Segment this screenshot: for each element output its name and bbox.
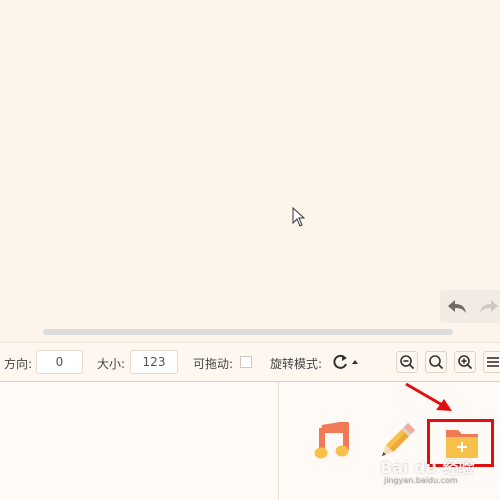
redo-icon: [480, 300, 498, 313]
properties-toolbar: 方向: 大小: 可拖动: 旋转模式:: [0, 342, 500, 382]
watermark-sub: jingyan.baidu.com: [384, 476, 458, 485]
zoom-reset-icon: [429, 355, 444, 370]
mouse-cursor-icon: [292, 207, 306, 227]
size-input[interactable]: [130, 350, 178, 374]
resource-panel: Bai du 经验 jingyan.baidu.com: [0, 382, 500, 500]
undo-icon: [448, 300, 466, 313]
rotate-mode-select[interactable]: [330, 352, 362, 372]
layer-list-area: [0, 382, 278, 500]
watermark: Bai du 经验 jingyan.baidu.com: [380, 454, 500, 500]
rotate-icon: [333, 354, 358, 369]
direction-input[interactable]: [36, 350, 83, 374]
draggable-label: 可拖动:: [193, 357, 234, 371]
draggable-checkbox[interactable]: [240, 356, 252, 368]
drawing-canvas[interactable]: [0, 0, 500, 342]
rotate-mode-label: 旋转模式:: [270, 357, 323, 371]
zoom-in-icon: [458, 355, 473, 370]
undo-redo-panel: [440, 290, 500, 323]
redo-button[interactable]: [478, 296, 500, 318]
panel-divider: [278, 382, 279, 500]
direction-label: 方向:: [4, 357, 33, 371]
undo-button[interactable]: [446, 296, 468, 318]
zoom-out-button[interactable]: [396, 351, 418, 373]
zoom-out-icon: [400, 355, 415, 370]
horizontal-scrollbar[interactable]: [43, 329, 453, 335]
menu-icon: [487, 357, 499, 367]
music-icon[interactable]: [312, 422, 352, 462]
watermark-main: Bai du 经验: [380, 458, 475, 477]
zoom-in-button[interactable]: [454, 351, 476, 373]
annotation-arrow-icon: [405, 382, 452, 411]
size-label: 大小:: [97, 357, 126, 371]
zoom-reset-button[interactable]: [425, 351, 447, 373]
menu-button[interactable]: [483, 351, 500, 373]
